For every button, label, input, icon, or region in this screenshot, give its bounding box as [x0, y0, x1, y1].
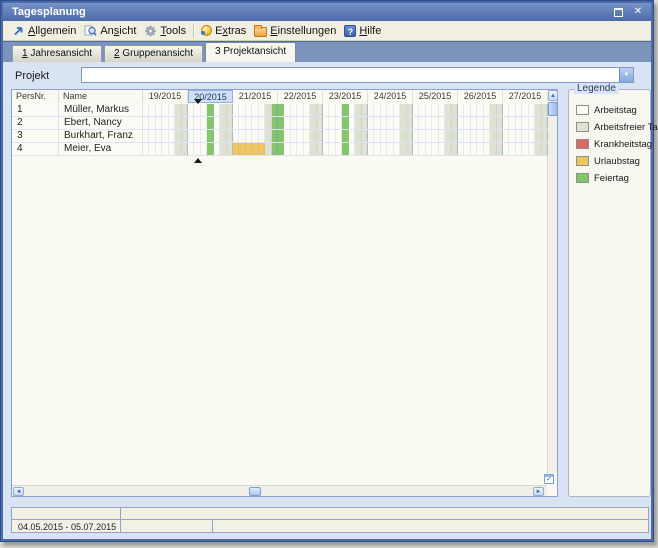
chevron-down-icon[interactable]: ▼	[619, 68, 633, 82]
person-nr: 3	[12, 130, 59, 142]
restore-icon[interactable]	[611, 6, 625, 18]
legend-swatch	[576, 122, 589, 132]
menu-item-label: Hilfe	[359, 25, 381, 37]
legend-label: Urlaubstag	[594, 156, 640, 167]
menu-item-label: Tools	[160, 25, 186, 37]
person-nr: 4	[12, 143, 59, 155]
today-marker-bottom	[194, 158, 202, 163]
scroll-up-icon[interactable]: ▲	[548, 90, 558, 101]
legend-panel: Legende ArbeitstagArbeitsfreier TagKrank…	[568, 89, 651, 497]
legend-item: Arbeitsfreier Tag	[576, 121, 658, 133]
statusbar-row-bottom: 04.05.2015 - 05.07.2015	[11, 519, 649, 533]
person-nr: 1	[12, 104, 59, 116]
menu-item-einstellungen[interactable]: Einstellungen	[252, 24, 342, 38]
scroll-right-icon[interactable]: ►	[533, 487, 544, 496]
week-header-19-2015[interactable]: 19/2015	[143, 90, 188, 103]
content-area: Projekt ▼ ▲ ◄ ► PersNr.Name19/201520/201…	[3, 62, 651, 539]
legend-label: Arbeitstag	[594, 105, 637, 116]
settings-folder-icon	[254, 25, 267, 37]
today-marker-top	[194, 99, 202, 104]
project-label: Projekt	[15, 70, 49, 82]
help-icon: ?	[344, 25, 356, 37]
schedule-row[interactable]: 4Meier, Eva	[12, 143, 548, 156]
legend-swatch	[576, 173, 589, 183]
menu-item-hilfe[interactable]: ?Hilfe	[342, 24, 387, 38]
calendar-button[interactable]	[544, 474, 554, 484]
legend-title: Legende	[574, 83, 619, 94]
close-icon[interactable]: ✕	[631, 6, 645, 18]
legend-item: Feiertag	[576, 172, 629, 184]
horizontal-scrollbar-thumb[interactable]	[249, 487, 261, 496]
legend-label: Arbeitsfreier Tag	[594, 122, 658, 133]
window: Tagesplanung ✕ Allgemein Ansicht Tools Extr…	[0, 0, 654, 542]
grid-header: PersNr.Name19/201520/201521/201522/20152…	[12, 90, 548, 105]
column-header-name: Name	[59, 90, 143, 103]
legend-label: Krankheitstag	[594, 139, 652, 150]
vertical-scrollbar[interactable]: ▲	[547, 90, 557, 473]
scroll-left-icon[interactable]: ◄	[13, 487, 24, 496]
week-header-22-2015[interactable]: 22/2015	[278, 90, 323, 103]
person-name: Ebert, Nancy	[59, 117, 143, 129]
menubar-separator	[193, 24, 195, 38]
day-cell[interactable]	[542, 143, 548, 155]
menu-item-label: Allgemein	[28, 25, 76, 37]
tab-1[interactable]: 1 Jahresansicht	[12, 45, 102, 62]
project-combobox[interactable]: ▼	[81, 67, 634, 83]
legend-swatch	[576, 139, 589, 149]
magnifier-icon	[84, 25, 97, 37]
menu-item-label: Extras	[215, 25, 246, 37]
legend-item: Krankheitstag	[576, 138, 652, 150]
person-nr: 2	[12, 117, 59, 129]
vertical-scrollbar-thumb[interactable]	[548, 102, 558, 116]
menu-item-ansicht[interactable]: Ansicht	[82, 24, 142, 38]
menubar: Allgemein Ansicht Tools Extras Einstellungen…	[3, 21, 651, 41]
schedule-row[interactable]: 3Burkhart, Franz	[12, 130, 548, 143]
window-title: Tagesplanung	[12, 6, 86, 18]
day-cell[interactable]	[542, 104, 548, 116]
day-cell[interactable]	[542, 130, 548, 142]
tab-3[interactable]: 3 Projektansicht	[205, 42, 296, 62]
person-name: Meier, Eva	[59, 143, 143, 155]
schedule-row[interactable]: 2Ebert, Nancy	[12, 117, 548, 130]
menu-item-label: Einstellungen	[270, 25, 336, 37]
gear-icon	[144, 25, 157, 37]
schedule-row[interactable]: 1Müller, Markus	[12, 104, 548, 117]
person-name: Müller, Markus	[59, 104, 143, 116]
week-header-25-2015[interactable]: 25/2015	[413, 90, 458, 103]
horizontal-scrollbar[interactable]: ◄ ►	[12, 485, 547, 496]
window-controls: ✕	[611, 5, 645, 19]
week-header-24-2015[interactable]: 24/2015	[368, 90, 413, 103]
column-header-persnr: PersNr.	[12, 90, 59, 103]
person-name: Burkhart, Franz	[59, 130, 143, 142]
day-cell[interactable]	[542, 117, 548, 129]
menu-item-extras[interactable]: Extras	[199, 24, 252, 38]
week-header-21-2015[interactable]: 21/2015	[233, 90, 278, 103]
titlebar: Tagesplanung ✕	[3, 3, 651, 21]
legend-swatch	[576, 156, 589, 166]
schedule-panel: ▲ ◄ ► PersNr.Name19/201520/201521/201522…	[11, 89, 558, 497]
tab-strip: 1 Jahresansicht2 Gruppenansicht3 Projekt…	[3, 42, 651, 62]
menu-item-label: Ansicht	[100, 25, 136, 37]
legend-item: Arbeitstag	[576, 104, 637, 116]
legend-label: Feiertag	[594, 173, 629, 184]
arrow-up-right-icon	[12, 25, 25, 37]
legend-swatch	[576, 105, 589, 115]
legend-item: Urlaubstag	[576, 155, 640, 167]
menu-item-tools[interactable]: Tools	[142, 24, 192, 38]
tab-2[interactable]: 2 Gruppenansicht	[104, 45, 203, 62]
date-range-text: 04.05.2015 - 05.07.2015	[18, 522, 116, 532]
project-input[interactable]	[83, 69, 621, 81]
week-header-26-2015[interactable]: 26/2015	[458, 90, 503, 103]
week-header-27-2015[interactable]: 27/2015	[503, 90, 548, 103]
menu-item-allgemein[interactable]: Allgemein	[10, 24, 82, 38]
sphere-icon	[201, 25, 212, 36]
week-header-23-2015[interactable]: 23/2015	[323, 90, 368, 103]
